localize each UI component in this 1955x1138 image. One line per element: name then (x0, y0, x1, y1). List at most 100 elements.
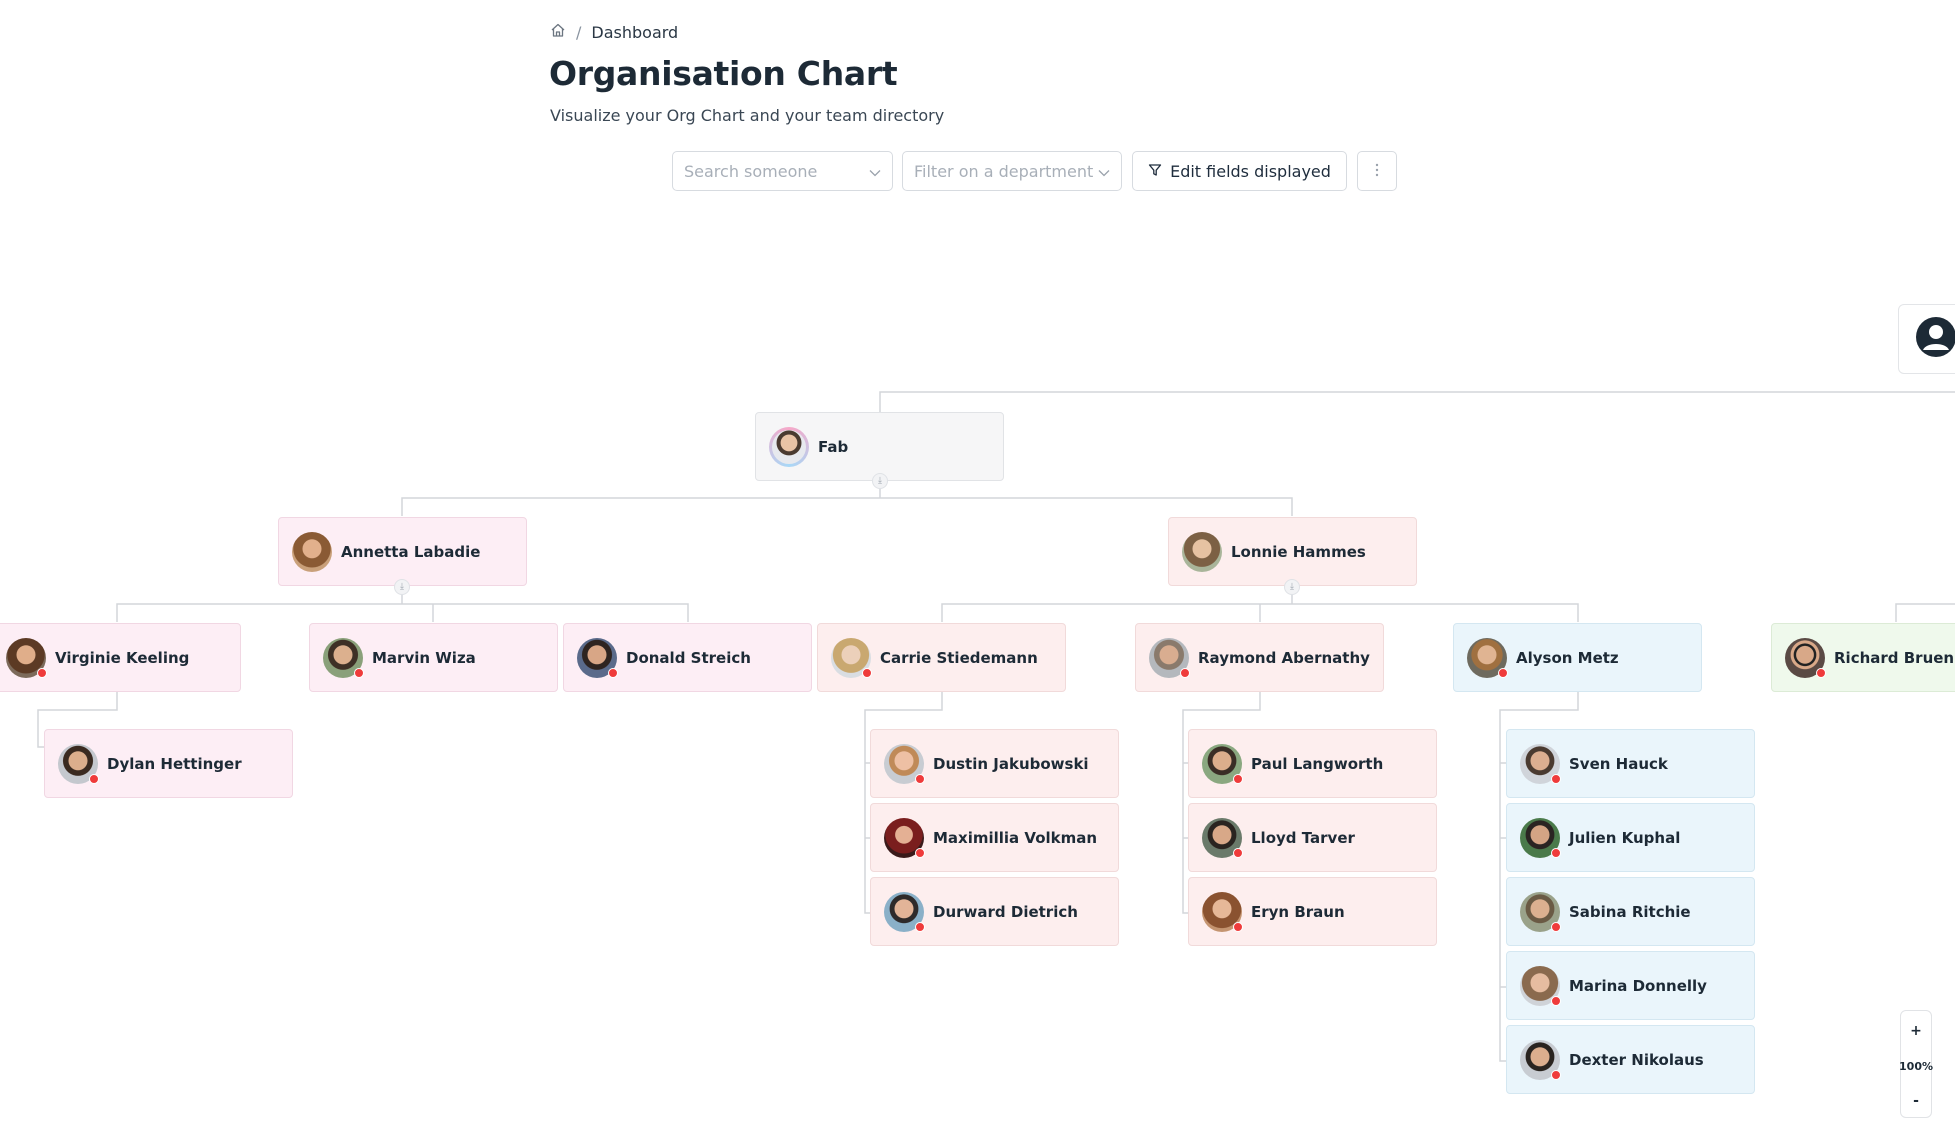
org-card-employee[interactable]: Durward Dietrich (870, 877, 1119, 946)
breadcrumb: / Dashboard (550, 22, 678, 42)
status-dot (1551, 1069, 1561, 1080)
avatar (1182, 531, 1222, 572)
department-placeholder: Filter on a department (914, 161, 1094, 181)
employee-name: Raymond Abernathy (1198, 648, 1370, 667)
avatar (1520, 891, 1561, 932)
avatar (831, 637, 872, 678)
status-dot (1233, 773, 1243, 784)
avatar (1520, 817, 1561, 858)
org-card-employee[interactable]: Dexter Nikolaus (1506, 1025, 1755, 1094)
org-card-employee[interactable]: Richard Bruen (1771, 623, 1955, 692)
employee-name: Dylan Hettinger (107, 754, 242, 773)
org-card-employee[interactable]: Eryn Braun (1188, 877, 1437, 946)
employee-name: Paul Langworth (1251, 754, 1384, 773)
status-dot (915, 773, 925, 784)
employee-name: Maximillia Volkman (933, 828, 1098, 847)
employee-name: Dexter Nikolaus (1569, 1050, 1704, 1069)
employee-name: Annetta Labadie (341, 542, 481, 561)
avatar (1520, 1039, 1561, 1080)
page-subtitle: Visualize your Org Chart and your team d… (550, 106, 945, 125)
avatar (6, 637, 47, 678)
org-card-employee[interactable]: Julien Kuphal (1506, 803, 1755, 872)
status-dot (1551, 773, 1561, 784)
org-card-manager[interactable]: Lonnie Hammes (1168, 517, 1417, 586)
employee-name: Virginie Keeling (55, 648, 190, 667)
employee-name: Marvin Wiza (372, 648, 476, 667)
org-card-employee[interactable]: Donald Streich (563, 623, 812, 692)
avatar (1467, 637, 1508, 678)
zoom-out-button[interactable]: - (1913, 1093, 1919, 1109)
status-dot (608, 667, 618, 678)
avatar (884, 817, 925, 858)
org-card-employee[interactable]: Marvin Wiza (309, 623, 558, 692)
collapse-icon[interactable]: ⤓ (872, 473, 888, 489)
status-dot (1233, 847, 1243, 858)
org-card-employee[interactable]: Lloyd Tarver (1188, 803, 1437, 872)
org-card-employee[interactable]: Sven Hauck (1506, 729, 1755, 798)
avatar (1785, 637, 1826, 678)
org-card-employee[interactable]: Dylan Hettinger (44, 729, 293, 798)
avatar (58, 743, 99, 784)
collapse-icon[interactable]: ⤓ (394, 579, 410, 595)
org-card-employee[interactable]: Carrie Stiedemann (817, 623, 1066, 692)
breadcrumb-current[interactable]: Dashboard (591, 23, 678, 42)
vertical-dots-icon (1375, 162, 1379, 181)
org-card-employee[interactable]: Dustin Jakubowski (870, 729, 1119, 798)
chevron-down-icon (1098, 162, 1110, 181)
avatar (1149, 637, 1190, 678)
org-card-employee[interactable]: Maximillia Volkman (870, 803, 1119, 872)
org-card-employee[interactable]: Raymond Abernathy (1135, 623, 1384, 692)
edit-fields-label: Edit fields displayed (1170, 161, 1331, 181)
employee-name: Marina Donnelly (1569, 976, 1707, 995)
org-card-root[interactable]: Fab (755, 412, 1004, 481)
status-dot (915, 847, 925, 858)
org-card-employee[interactable]: Marina Donnelly (1506, 951, 1755, 1020)
status-dot (1551, 847, 1561, 858)
org-card-employee[interactable]: Alyson Metz (1453, 623, 1702, 692)
avatar (292, 531, 332, 572)
avatar (323, 637, 364, 678)
status-dot (1551, 921, 1561, 932)
status-dot (1233, 921, 1243, 932)
employee-name: Donald Streich (626, 648, 751, 667)
status-dot (1551, 995, 1561, 1006)
avatar (884, 891, 925, 932)
employee-name: Dustin Jakubowski (933, 754, 1089, 773)
employee-name: Fab (818, 437, 849, 456)
status-dot (354, 667, 364, 678)
employee-name: Richard Bruen (1834, 648, 1955, 667)
status-dot (915, 921, 925, 932)
collapse-icon[interactable]: ⤓ (1284, 579, 1300, 595)
chevron-down-icon (869, 162, 881, 181)
home-icon[interactable] (550, 22, 566, 42)
avatar (1520, 743, 1561, 784)
department-select[interactable]: Filter on a department (902, 151, 1122, 191)
breadcrumb-separator: / (576, 22, 582, 42)
avatar (577, 637, 618, 678)
avatar (1202, 743, 1243, 784)
edit-fields-button[interactable]: Edit fields displayed (1132, 151, 1347, 191)
zoom-controls: + 100% - (1899, 1010, 1933, 1118)
more-options-button[interactable] (1357, 151, 1397, 191)
status-dot (1180, 667, 1190, 678)
avatar (1520, 965, 1561, 1006)
employee-name: Durward Dietrich (933, 902, 1078, 921)
employee-name: Julien Kuphal (1569, 828, 1681, 847)
page-title: Organisation Chart (549, 54, 898, 93)
search-select[interactable]: Search someone (672, 151, 893, 191)
employee-name: Sven Hauck (1569, 754, 1668, 773)
status-dot (37, 667, 47, 678)
avatar (884, 743, 925, 784)
org-card-manager[interactable]: Annetta Labadie (278, 517, 527, 586)
avatar (1202, 891, 1243, 932)
employee-name: Carrie Stiedemann (880, 648, 1038, 667)
org-card-employee[interactable]: Paul Langworth (1188, 729, 1437, 798)
zoom-level: 100% (1899, 1059, 1933, 1073)
employee-name: Lloyd Tarver (1251, 828, 1355, 847)
zoom-in-button[interactable]: + (1910, 1023, 1922, 1039)
org-card-employee[interactable]: Sabina Ritchie (1506, 877, 1755, 946)
avatar (1202, 817, 1243, 858)
status-dot (89, 773, 99, 784)
org-card-employee[interactable]: Virginie Keeling (0, 623, 241, 692)
profile-panel-button[interactable] (1898, 304, 1955, 374)
